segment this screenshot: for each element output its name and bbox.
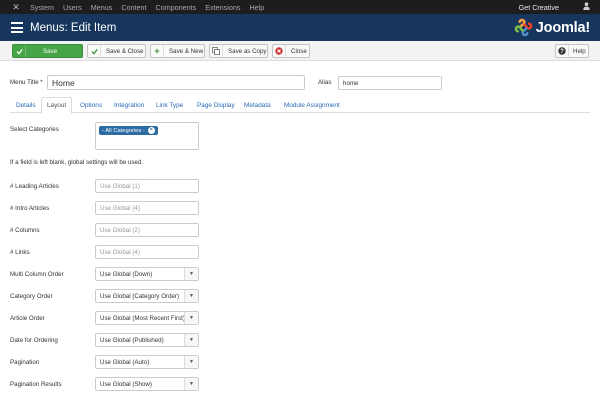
plus-icon: + bbox=[151, 45, 164, 57]
date-for-ordering-label: Date for Ordering bbox=[10, 337, 58, 344]
intro-articles-input[interactable]: Use Global (4) bbox=[95, 201, 199, 215]
joomla-logo-icon bbox=[514, 18, 532, 37]
categories-select[interactable]: - All Categories - × bbox=[95, 122, 199, 150]
close-label: Close bbox=[291, 47, 307, 55]
multi-column-order-label: Multi Column Order bbox=[10, 271, 64, 278]
pagination-results-label: Pagination Results bbox=[10, 381, 62, 388]
date-for-ordering-select[interactable]: Use Global (Published) ▼ bbox=[95, 333, 199, 347]
help-icon: ? bbox=[556, 45, 569, 57]
leading-articles-label: # Leading Articles bbox=[10, 183, 59, 190]
chevron-down-icon: ▼ bbox=[184, 378, 198, 390]
pagination-results-value: Use Global (Show) bbox=[100, 380, 152, 388]
tab-page-display[interactable]: Page Display bbox=[197, 97, 235, 113]
page-header: Menus: Edit Item Joomla! bbox=[0, 14, 600, 41]
category-order-label: Category Order bbox=[10, 293, 53, 300]
copy-icon bbox=[210, 45, 223, 57]
chevron-down-icon: ▼ bbox=[184, 312, 198, 324]
columns-label: # Columns bbox=[10, 227, 40, 234]
check-icon bbox=[88, 45, 101, 57]
help-label: Help bbox=[573, 47, 586, 55]
save-new-label: Save & New bbox=[169, 47, 204, 55]
tab-bar: Details Layout Options Integration Link … bbox=[10, 97, 590, 114]
menu-title-input[interactable]: Home bbox=[47, 75, 305, 90]
admin-menubar: ✕ System Users Menus Content Components … bbox=[0, 0, 600, 14]
chevron-down-icon: ▼ bbox=[184, 290, 198, 302]
tab-integration[interactable]: Integration bbox=[114, 97, 144, 113]
category-chip[interactable]: - All Categories - × bbox=[99, 126, 158, 135]
close-button[interactable]: Close bbox=[272, 44, 310, 58]
category-chip-label: - All Categories - bbox=[102, 127, 145, 134]
multi-column-order-select[interactable]: Use Global (Down) ▼ bbox=[95, 267, 199, 281]
save-copy-label: Save as Copy bbox=[228, 47, 267, 55]
help-button[interactable]: ? Help bbox=[555, 44, 589, 58]
menu-users[interactable]: Users bbox=[63, 3, 82, 12]
tab-module-assignment[interactable]: Module Assignment bbox=[284, 97, 340, 113]
leading-articles-input[interactable]: Use Global (1) bbox=[95, 179, 199, 193]
menu-title-label: Menu Title * bbox=[10, 79, 43, 86]
page-title: Menus: Edit Item bbox=[30, 21, 117, 34]
links-label: # Links bbox=[10, 249, 30, 256]
category-order-value: Use Global (Category Order) bbox=[100, 292, 180, 300]
multi-column-order-value: Use Global (Down) bbox=[100, 270, 153, 278]
tab-metadata[interactable]: Metadata bbox=[244, 97, 271, 113]
chevron-down-icon: ▼ bbox=[184, 356, 198, 368]
menu-help[interactable]: Help bbox=[249, 3, 264, 12]
select-categories-label: Select Categories bbox=[10, 126, 59, 133]
brand-wordmark: Joomla! bbox=[535, 19, 590, 36]
columns-input[interactable]: Use Global (2) bbox=[95, 223, 199, 237]
date-for-ordering-value: Use Global (Published) bbox=[100, 336, 164, 344]
category-order-select[interactable]: Use Global (Category Order) ▼ bbox=[95, 289, 199, 303]
links-input[interactable]: Use Global (4) bbox=[95, 245, 199, 259]
save-new-button[interactable]: + Save & New bbox=[150, 44, 205, 58]
chevron-down-icon: ▼ bbox=[184, 268, 198, 280]
article-order-select[interactable]: Use Global (Most Recent First) ▼ bbox=[95, 311, 199, 325]
menu-extensions[interactable]: Extensions bbox=[205, 3, 240, 12]
site-link[interactable]: Get Creative bbox=[519, 3, 559, 12]
alias-input[interactable]: home bbox=[338, 76, 442, 90]
list-icon bbox=[11, 22, 23, 33]
save-close-button[interactable]: Save & Close bbox=[87, 44, 146, 58]
user-icon[interactable] bbox=[583, 2, 590, 12]
menu-content[interactable]: Content bbox=[121, 3, 146, 12]
article-order-value: Use Global (Most Recent First) bbox=[100, 314, 185, 322]
svg-text:?: ? bbox=[560, 49, 564, 55]
intro-articles-label: # Intro Articles bbox=[10, 205, 50, 212]
pagination-value: Use Global (Auto) bbox=[100, 358, 150, 366]
menu-menus[interactable]: Menus bbox=[91, 3, 113, 12]
global-settings-hint: If a field is left blank, global setting… bbox=[10, 159, 144, 166]
save-icon bbox=[13, 45, 26, 57]
tab-layout[interactable]: Layout bbox=[41, 97, 73, 114]
menu-components[interactable]: Components bbox=[156, 3, 197, 12]
joomla-small-icon[interactable]: ✕ bbox=[11, 2, 21, 12]
save-label: Save bbox=[43, 47, 58, 55]
pagination-results-select[interactable]: Use Global (Show) ▼ bbox=[95, 377, 199, 391]
save-button[interactable]: Save bbox=[12, 44, 83, 58]
pagination-label: Pagination bbox=[10, 359, 40, 366]
save-copy-button[interactable]: Save as Copy bbox=[209, 44, 268, 58]
joomla-brand: Joomla! bbox=[514, 18, 590, 37]
pagination-select[interactable]: Use Global (Auto) ▼ bbox=[95, 355, 199, 369]
remove-chip-icon[interactable]: × bbox=[147, 127, 155, 134]
tab-details[interactable]: Details bbox=[16, 97, 36, 113]
close-icon bbox=[273, 45, 286, 57]
menu-system[interactable]: System bbox=[30, 3, 54, 12]
save-close-label: Save & Close bbox=[106, 47, 144, 55]
alias-label: Alias bbox=[318, 79, 332, 86]
tab-link-type[interactable]: Link Type bbox=[156, 97, 183, 113]
chevron-down-icon: ▼ bbox=[184, 334, 198, 346]
article-order-label: Article Order bbox=[10, 315, 45, 322]
tab-options[interactable]: Options bbox=[80, 97, 102, 113]
